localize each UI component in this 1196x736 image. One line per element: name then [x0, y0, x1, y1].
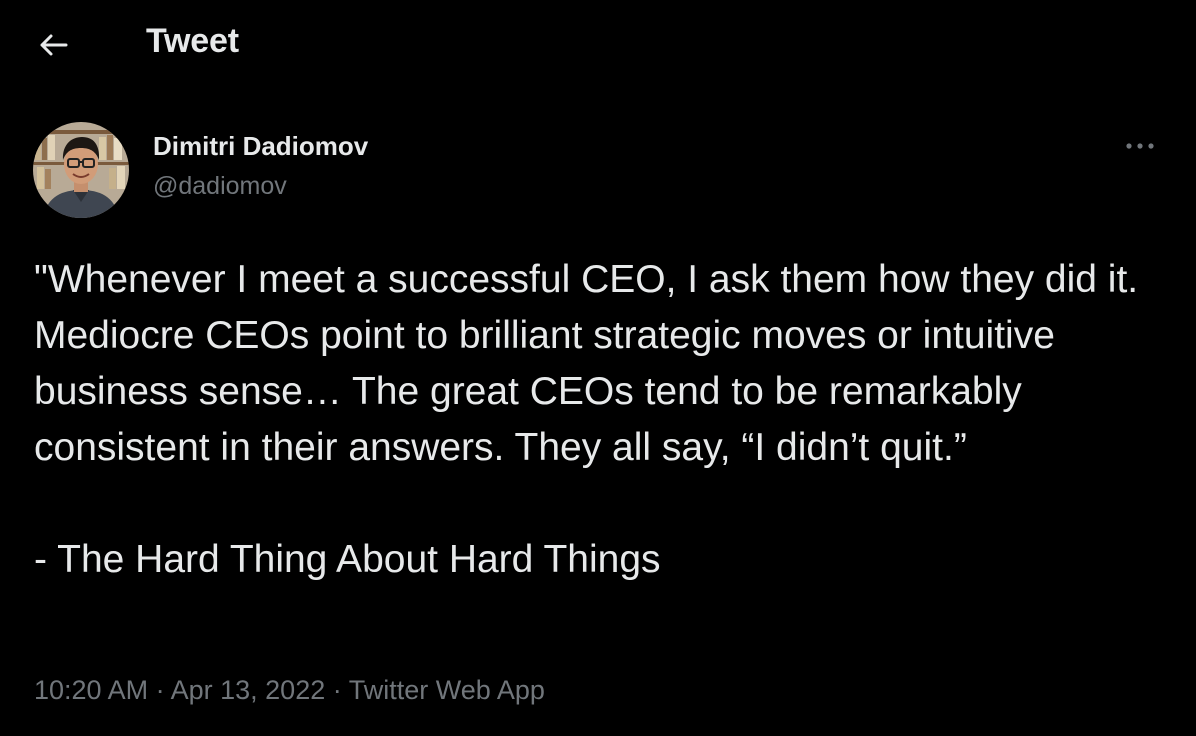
tweet-source-app[interactable]: Twitter Web App	[349, 675, 545, 705]
avatar-photo	[33, 122, 129, 218]
tweet-text: "Whenever I meet a successful CEO, I ask…	[34, 252, 1144, 588]
tweet-header: Tweet	[0, 0, 1196, 88]
tweet-metadata: 10:20 AM · Apr 13, 2022 · Twitter Web Ap…	[34, 675, 545, 706]
more-options-button[interactable]	[1118, 130, 1162, 162]
tweet-source-line: - The Hard Thing About Hard Things	[34, 538, 661, 581]
tweet-date[interactable]: Apr 13, 2022	[171, 675, 326, 705]
meta-separator: ·	[332, 675, 342, 705]
back-button[interactable]	[30, 22, 76, 68]
author-display-name[interactable]: Dimitri Dadiomov	[153, 131, 368, 162]
arrow-left-icon	[40, 34, 68, 56]
author-avatar[interactable]	[33, 122, 129, 218]
tweet-time[interactable]: 10:20 AM	[34, 675, 148, 705]
page-title: Tweet	[146, 22, 239, 60]
tweet-quote: "Whenever I meet a successful CEO, I ask…	[34, 258, 1139, 469]
more-horizontal-icon	[1126, 143, 1154, 149]
meta-separator: ·	[155, 675, 165, 705]
author-handle[interactable]: @dadiomov	[153, 172, 287, 201]
